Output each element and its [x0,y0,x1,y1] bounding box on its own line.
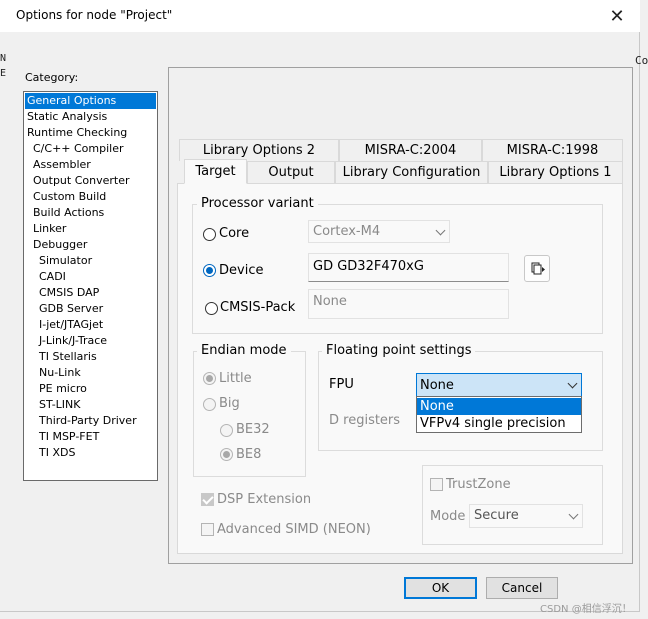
mode-label: Mode [430,509,466,524]
background-text-fragment: E [0,68,7,79]
category-item-third-party-driver[interactable]: Third-Party Driver [39,413,137,429]
category-item-ti-msp-fet[interactable]: TI MSP-FET [39,429,99,445]
background-text-fragment: Co [635,54,648,67]
fpu-option-vfpv4-single-precision[interactable]: VFPv4 single precision [417,415,581,432]
chevron-down-icon [568,509,579,520]
close-icon: ✕ [609,5,625,27]
cmsis-pack-radio[interactable] [205,302,218,315]
category-item-ti-stellaris[interactable]: TI Stellaris [39,349,97,365]
tab-library-options-1[interactable]: Library Options 1 [488,161,623,183]
tab-output[interactable]: Output [247,161,335,183]
tab-library-configuration[interactable]: Library Configuration [335,161,488,183]
cmsis-pack-label: CMSIS-Pack [220,300,296,315]
trustzone-mode-select[interactable]: Secure [469,504,583,528]
be8-radio[interactable] [220,448,233,461]
background-text-fragment: N [0,53,7,64]
category-item-general-options[interactable]: General Options [25,93,156,109]
big-endian-radio[interactable] [203,398,216,411]
watermark: CSDN @相信浮沉！ [540,604,632,615]
category-item-output-converter[interactable]: Output Converter [33,173,130,189]
floating-point-title: Floating point settings [322,343,476,358]
category-item-st-link[interactable]: ST-LINK [39,397,80,413]
device-radio[interactable] [203,264,216,277]
device-label: Device [219,263,264,278]
category-item-nu-link[interactable]: Nu-Link [39,365,81,381]
category-item-ijet-jtagjet[interactable]: I-jet/JTAGjet [39,317,103,333]
fpu-option-none[interactable]: None [417,398,581,415]
tab-misra-c-2004[interactable]: MISRA-C:2004 [339,139,482,161]
big-endian-label: Big [219,396,240,411]
be32-radio[interactable] [220,424,233,437]
little-endian-radio[interactable] [203,372,216,385]
dsp-extension-label: DSP Extension [217,492,312,507]
be32-label: BE32 [236,422,270,437]
trustzone-checkbox[interactable] [430,478,443,491]
trustzone-label: TrustZone [446,477,511,492]
ok-button[interactable]: OK [404,577,477,599]
options-dialog: Options for node "Project" ✕ N E Categor… [0,0,640,612]
category-item-gdb-server[interactable]: GDB Server [39,301,103,317]
tab-library-options-2[interactable]: Library Options 2 [179,139,339,161]
tab-target[interactable]: Target [184,159,247,184]
category-item-assembler[interactable]: Assembler [33,157,91,173]
fpu-select-value: None [420,378,454,393]
category-label: Category: [25,71,79,84]
core-radio[interactable] [203,228,216,241]
select-device-button[interactable] [524,255,550,282]
device-field[interactable]: GD GD32F470xG [308,253,509,282]
category-item-linker[interactable]: Linker [33,221,66,237]
category-item-ti-xds[interactable]: TI XDS [39,445,75,461]
be8-label: BE8 [236,447,262,462]
title-bar: Options for node "Project" ✕ [0,0,640,32]
category-item-cadi[interactable]: CADI [39,269,66,285]
core-label: Core [219,226,250,241]
category-item-cmsis-dap[interactable]: CMSIS DAP [39,285,99,301]
category-item-jlink-jtrace[interactable]: J-Link/J-Trace [39,333,107,349]
endian-mode-title: Endian mode [197,343,291,358]
core-select[interactable]: Cortex-M4 [308,220,450,243]
category-item-build-actions[interactable]: Build Actions [33,205,104,221]
category-item-c-compiler[interactable]: C/C++ Compiler [33,141,124,157]
d-registers-label: D registers [329,413,401,428]
dsp-extension-checkbox[interactable] [201,493,214,506]
category-item-static-analysis[interactable]: Static Analysis [27,109,107,125]
core-select-value: Cortex-M4 [313,224,381,239]
category-item-simulator[interactable]: Simulator [39,253,92,269]
category-item-runtime-checking[interactable]: Runtime Checking [27,125,127,141]
category-item-debugger[interactable]: Debugger [33,237,87,253]
category-item-custom-build[interactable]: Custom Build [33,189,106,205]
fpu-label: FPU [329,377,354,392]
cmsis-pack-field[interactable]: None [308,289,509,319]
chevron-down-icon [567,378,578,389]
tab-misra-c-1998[interactable]: MISRA-C:1998 [482,139,623,161]
processor-variant-title: Processor variant [197,196,318,211]
fpu-dropdown-list: None VFPv4 single precision [416,396,582,433]
chevron-down-icon [435,225,446,236]
trustzone-mode-value: Secure [474,508,519,523]
advanced-simd-label: Advanced SIMD (NEON) [217,522,371,537]
device-list-icon [531,262,545,275]
little-endian-label: Little [219,371,252,386]
category-list[interactable]: General Options Static Analysis Runtime … [23,91,158,481]
category-item-pe-micro[interactable]: PE micro [39,381,87,397]
fpu-select[interactable]: None [416,373,582,397]
window-title: Options for node "Project" [16,8,173,22]
advanced-simd-checkbox[interactable] [201,523,214,536]
cancel-button[interactable]: Cancel [486,577,558,599]
close-button[interactable]: ✕ [594,0,640,32]
